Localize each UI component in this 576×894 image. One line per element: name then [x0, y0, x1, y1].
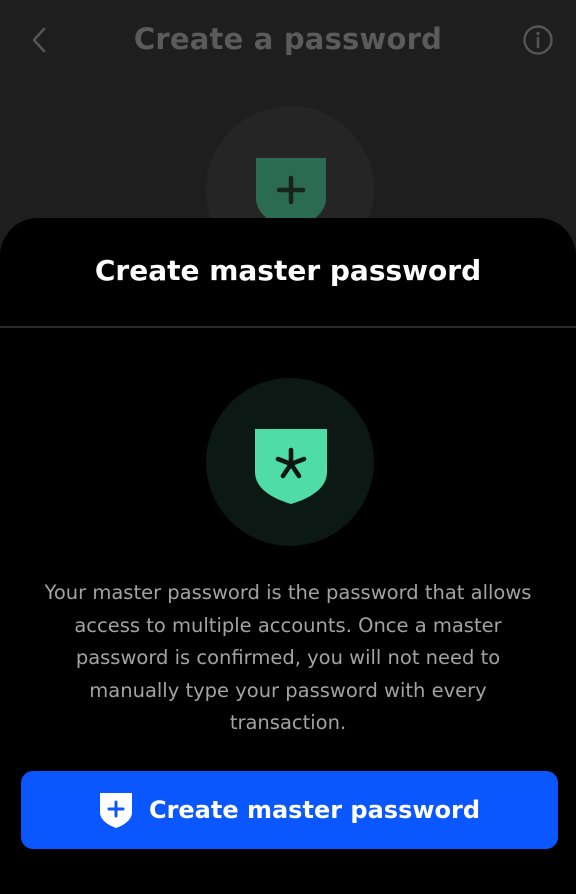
create-master-password-button[interactable]: Create master password [21, 771, 558, 849]
shield-asterisk-icon [255, 429, 327, 504]
top-bar: Create a password [0, 0, 576, 84]
sheet-title: Create master password [94, 254, 482, 287]
button-label: Create master password [148, 796, 481, 824]
shield-plus-icon [99, 792, 133, 828]
info-button[interactable] [521, 23, 555, 57]
page-title: Create a password [133, 22, 443, 56]
info-icon [523, 25, 553, 55]
description-text: Your master password is the password tha… [44, 581, 532, 734]
divider [0, 326, 576, 328]
bottom-sheet: Create master password Your master passw… [0, 218, 576, 894]
